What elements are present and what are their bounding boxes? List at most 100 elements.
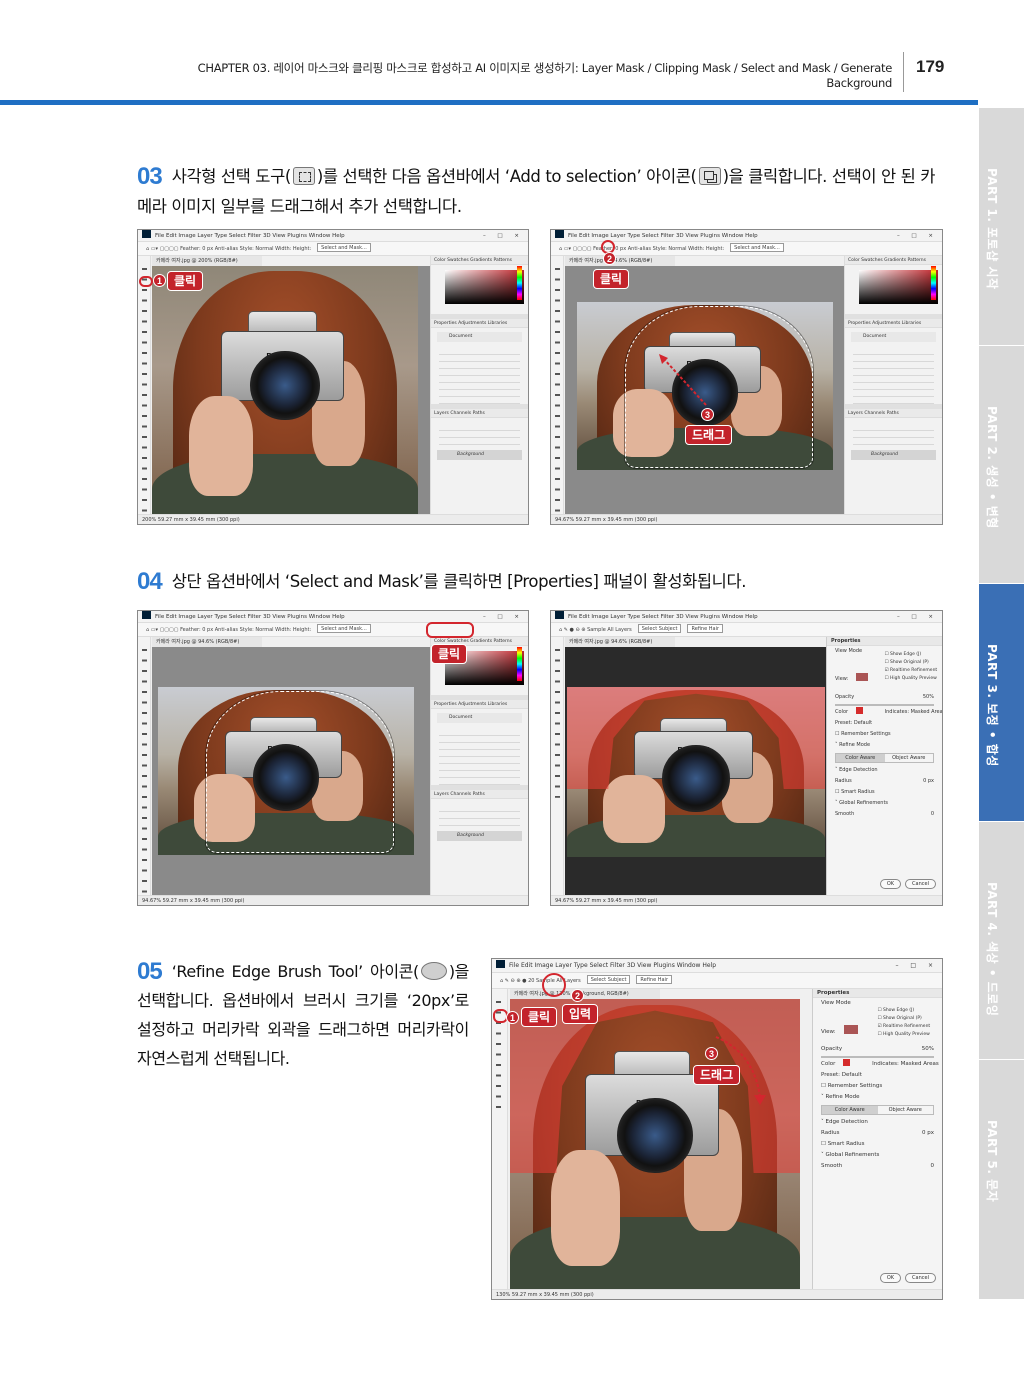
color-picker-field[interactable] xyxy=(859,270,938,304)
canvas-properties xyxy=(853,348,934,404)
overlay-color-swatch[interactable] xyxy=(856,707,864,714)
color-spectrum[interactable] xyxy=(931,266,936,300)
refine-mode-label: ˅ Refine Mode xyxy=(821,1094,860,1100)
tools-panel[interactable] xyxy=(138,637,151,895)
window-controls[interactable]: – □ × xyxy=(895,959,938,973)
object-aware-option[interactable]: Object Aware xyxy=(878,1106,934,1114)
ok-button[interactable]: OK xyxy=(879,1273,902,1283)
side-tab-label: PART 1. 포토샵 시작 xyxy=(985,168,999,290)
color-spectrum[interactable] xyxy=(517,647,522,681)
color-aware-option[interactable]: Color Aware xyxy=(822,1106,878,1114)
properties-panel-tabs[interactable]: Properties Adjustments Libraries xyxy=(431,700,528,709)
document-tab[interactable]: 카메라 여자.jpg @ 94.6% (RGB/8#) xyxy=(565,637,675,647)
overlay-color-swatch[interactable] xyxy=(843,1059,851,1066)
opacity-slider[interactable] xyxy=(821,1056,934,1058)
color-row[interactable]: Color Indicates: Masked Areas xyxy=(827,707,942,718)
tools-panel[interactable] xyxy=(138,256,151,514)
refine-mode-toggle[interactable]: Color Aware Object Aware xyxy=(821,1105,934,1115)
highlight-select-and-mask xyxy=(426,622,474,638)
tools-panel[interactable] xyxy=(492,989,508,1289)
cancel-button[interactable]: Cancel xyxy=(905,879,936,889)
remember-settings[interactable]: ☐ Remember Settings xyxy=(813,1081,942,1092)
callout-input: 입력 xyxy=(562,1004,599,1024)
document-label: Document xyxy=(437,332,522,342)
document-tab[interactable]: 카메라 여자.jpg @ 94.6% (RGB/8#) xyxy=(565,256,675,266)
refine-mode-toggle[interactable]: Color Aware Object Aware xyxy=(835,753,934,763)
color-aware-option[interactable]: Color Aware xyxy=(836,754,885,762)
color-spectrum[interactable] xyxy=(517,266,522,300)
callout-click: 클릭 xyxy=(593,269,630,289)
window-controls[interactable]: – □ × xyxy=(483,611,524,623)
refine-hair-button[interactable]: Refine Hair xyxy=(687,624,724,633)
callout-number: 1 xyxy=(506,1011,519,1024)
cancel-button[interactable]: Cancel xyxy=(905,1273,936,1283)
canvas-area[interactable]: PENTAX xyxy=(152,647,432,897)
preset-row[interactable]: Preset: Default xyxy=(813,1070,942,1081)
chapter-title: CHAPTER 03. 레이어 마스크와 클리핑 마스크로 합성하고 AI 이미… xyxy=(197,61,893,90)
smart-radius-checkbox[interactable]: ☐ Smart Radius xyxy=(827,787,942,798)
smooth-row[interactable]: Smooth 0 xyxy=(827,809,942,820)
radius-row[interactable]: Radius 0 px xyxy=(827,776,942,787)
status-bar: 94.67% 59.27 mm x 39.45 mm (300 ppi) xyxy=(138,895,528,905)
document-tab[interactable]: 카메라 여자.jpg @ 130% (Background, RGB/8#) xyxy=(510,989,660,999)
color-panel-tabs[interactable]: Color Swatches Gradients Patterns xyxy=(431,256,528,265)
opacity-slider[interactable] xyxy=(835,704,934,706)
layer-background[interactable]: Background xyxy=(851,450,936,460)
window-controls[interactable]: – □ × xyxy=(897,230,938,242)
properties-title: Properties xyxy=(813,989,942,998)
step-text: 상단 옵션바에서 ‘Select and Mask’를 클릭하면 [Proper… xyxy=(171,572,747,591)
object-aware-option[interactable]: Object Aware xyxy=(885,754,934,762)
dialog-buttons: OK Cancel xyxy=(876,1273,936,1283)
layers-panel-tabs[interactable]: Layers Channels Paths xyxy=(431,790,528,799)
canvas-area[interactable]: PENTAX xyxy=(565,647,827,897)
color-row[interactable]: Color Indicates: Masked Areas xyxy=(813,1059,942,1070)
properties-panel-tabs[interactable]: Properties Adjustments Libraries xyxy=(845,319,942,328)
side-tab-part2[interactable]: PART 2. 생성 • 변형 xyxy=(979,346,1024,584)
side-tab-part5[interactable]: PART 5. 문자 xyxy=(979,1060,1024,1300)
window-controls[interactable]: – □ × xyxy=(897,611,938,623)
select-and-mask-button[interactable]: Select and Mask... xyxy=(317,624,371,633)
layer-background[interactable]: Background xyxy=(437,450,522,460)
properties-panel-tabs[interactable]: Properties Adjustments Libraries xyxy=(431,319,528,328)
document-tab[interactable]: 카메라 여자.jpg @ 94.6% (RGB/8#) xyxy=(152,637,262,647)
layer-background[interactable]: Background xyxy=(437,831,522,841)
smart-radius-checkbox[interactable]: ☐ Smart Radius xyxy=(813,1139,942,1150)
layers-options xyxy=(439,805,520,827)
brush-size-value[interactable]: 20 xyxy=(528,978,534,984)
opacity-row[interactable]: Opacity 50% xyxy=(827,692,942,703)
edge-detection-label: ˅ Edge Detection xyxy=(835,767,878,773)
select-and-mask-button[interactable]: Select and Mask... xyxy=(317,243,371,252)
step-05-text: 05 ‘Refine Edge Brush Tool’ 아이콘()을 선택합니다.… xyxy=(137,957,469,1073)
view-dropdown[interactable]: View: xyxy=(813,1025,942,1036)
smooth-row[interactable]: Smooth 0 xyxy=(813,1161,942,1172)
layers-panel-tabs[interactable]: Layers Channels Paths xyxy=(845,409,942,418)
canvas-area[interactable]: PENTAX xyxy=(152,266,432,516)
document-tab[interactable]: 카메라 여자.jpg @ 200% (RGB/8#) xyxy=(152,256,262,266)
view-thumbnail xyxy=(856,673,869,681)
color-panel-tabs[interactable]: Color Swatches Gradients Patterns xyxy=(845,256,942,265)
side-tab-part4[interactable]: PART 4. 색상 • 드로잉 xyxy=(979,822,1024,1060)
photoshop-logo-icon xyxy=(142,230,151,238)
view-dropdown[interactable]: View: xyxy=(827,673,942,684)
menu-items: File Edit Image Layer Type Select Filter… xyxy=(155,614,345,620)
select-subject-button[interactable]: Select Subject xyxy=(586,975,631,984)
color-picker-field[interactable] xyxy=(445,270,524,304)
status-bar: 94.67% 59.27 mm x 39.45 mm (300 ppi) xyxy=(551,895,942,905)
refine-hair-button[interactable]: Refine Hair xyxy=(636,975,672,984)
radius-row[interactable]: Radius 0 px xyxy=(813,1128,942,1139)
select-and-mask-button[interactable]: Select and Mask... xyxy=(730,243,784,252)
opacity-row[interactable]: Opacity 50% xyxy=(813,1044,942,1055)
preset-row[interactable]: Preset: Default xyxy=(827,718,942,729)
ok-button[interactable]: OK xyxy=(879,879,902,889)
remember-settings[interactable]: ☐ Remember Settings xyxy=(827,729,942,740)
side-tab-part3[interactable]: PART 3. 보정 • 합성 xyxy=(979,584,1024,822)
step-number: 05 xyxy=(137,958,163,985)
tools-panel[interactable] xyxy=(551,637,564,895)
layers-panel-tabs[interactable]: Layers Channels Paths xyxy=(431,409,528,418)
tools-panel[interactable] xyxy=(551,256,564,514)
window-controls[interactable]: – □ × xyxy=(483,230,524,242)
side-tab-part1[interactable]: PART 1. 포토샵 시작 xyxy=(979,108,1024,346)
camera-lens xyxy=(250,351,320,421)
dialog-buttons: OK Cancel xyxy=(876,879,936,889)
select-subject-button[interactable]: Select Subject xyxy=(637,624,682,633)
